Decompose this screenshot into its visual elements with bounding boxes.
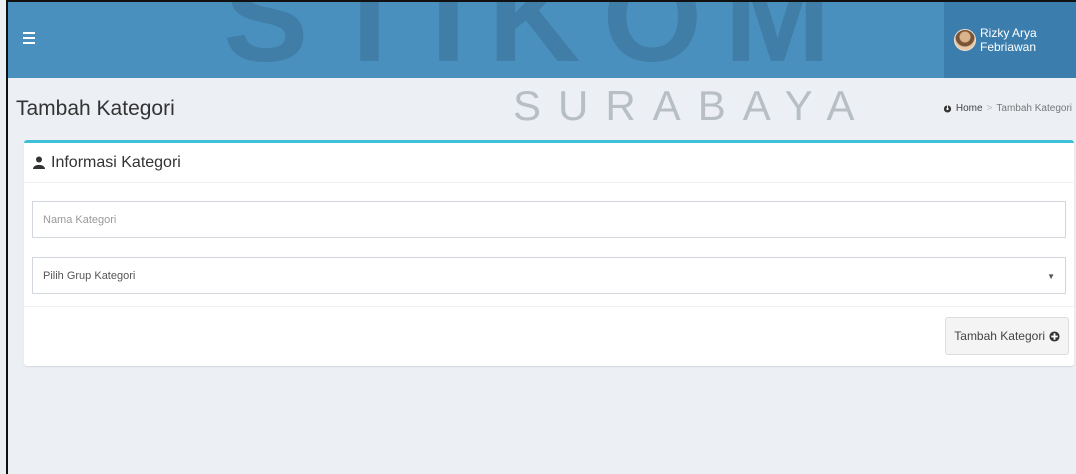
breadcrumb-current: Tambah Kategori [996,103,1072,114]
top-navbar: Rizky Arya Febriawan [8,2,1076,78]
breadcrumb-separator: > [986,103,993,114]
add-category-button-label: Tambah Kategori [954,329,1045,343]
user-icon [33,156,45,169]
breadcrumb: Home > Tambah Kategori [943,103,1072,114]
category-form-box: Informasi Kategori Nama Kategori Pilih G… [24,140,1074,366]
box-title: Informasi Kategori [51,153,181,171]
category-group-select[interactable]: Pilih Grup Kategori ▼ [32,257,1066,294]
hamburger-icon[interactable] [23,32,35,44]
caret-down-icon: ▼ [1047,272,1055,281]
watermark-bottom: SURABAYA [513,82,872,129]
plus-circle-icon [1049,330,1060,342]
avatar [954,29,976,51]
app-window: Rizky Arya Febriawan STIKOM SURABAYA Tam… [6,0,1076,474]
dashboard-icon [943,105,951,113]
box-footer: Tambah Kategori [24,306,1074,366]
user-name: Rizky Arya Febriawan [980,26,1037,54]
breadcrumb-home-link[interactable]: Home [956,103,983,114]
category-group-selected: Pilih Grup Kategori [43,269,136,282]
user-menu[interactable]: Rizky Arya Febriawan [944,2,1076,78]
category-name-input[interactable]: Nama Kategori [32,201,1066,238]
box-header: Informasi Kategori [24,143,1074,183]
category-name-placeholder: Nama Kategori [43,213,117,226]
add-category-button[interactable]: Tambah Kategori [945,317,1069,355]
page-title: Tambah Kategori [16,97,175,120]
